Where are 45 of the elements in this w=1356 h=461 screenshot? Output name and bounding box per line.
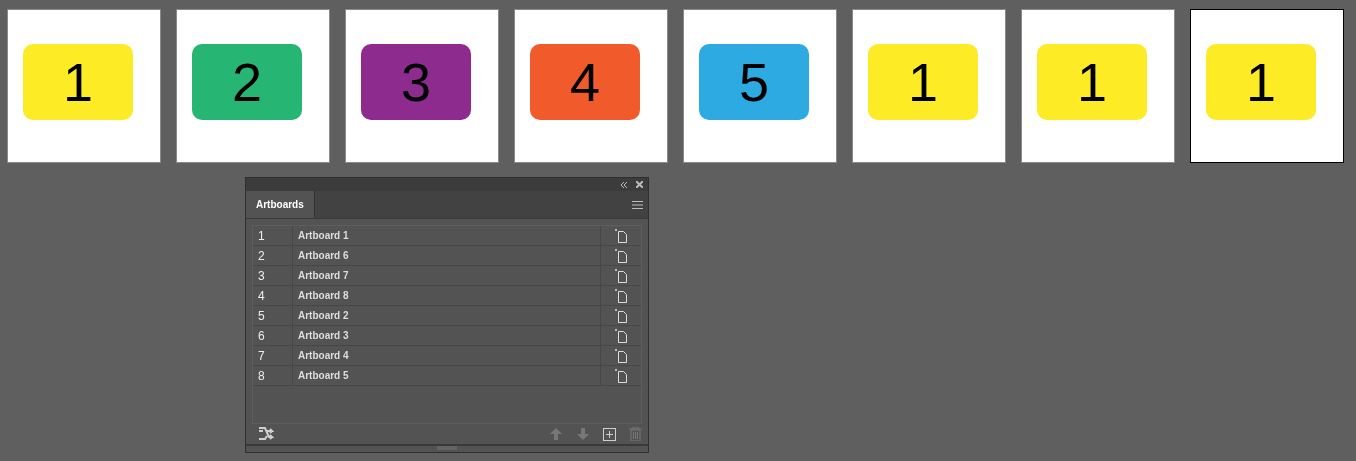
document-icon[interactable] (615, 368, 627, 383)
menu-icon[interactable] (632, 200, 643, 209)
artboard-name[interactable]: Artboard 7 (293, 266, 600, 285)
number-label: 2 (192, 44, 302, 120)
number-label: 1 (1206, 44, 1316, 120)
artboard-name[interactable]: Artboard 4 (293, 346, 600, 365)
number-label: 5 (699, 44, 809, 120)
artboard-name[interactable]: Artboard 6 (293, 246, 600, 265)
artboard[interactable]: 4 (514, 9, 668, 163)
document-icon[interactable] (615, 268, 627, 283)
artboard-number: 3 (253, 266, 293, 285)
artboard[interactable]: 1 (7, 9, 161, 163)
rearrange-icon[interactable] (258, 426, 274, 442)
artboard-name[interactable]: Artboard 8 (293, 286, 600, 305)
artboard[interactable]: 2 (176, 9, 330, 163)
artboard-number: 8 (253, 366, 293, 385)
artboard[interactable]: 5 (683, 9, 837, 163)
artboard-name[interactable]: Artboard 3 (293, 326, 600, 345)
document-icon[interactable] (615, 328, 627, 343)
artboard[interactable]: 1 (852, 9, 1006, 163)
document-icon[interactable] (615, 228, 627, 243)
number-label: 4 (530, 44, 640, 120)
artboard[interactable]: 1 (1190, 9, 1344, 163)
number-label: 1 (1037, 44, 1147, 120)
number-label: 1 (23, 44, 133, 120)
collapse-icon[interactable] (620, 181, 628, 188)
artboard-number: 6 (253, 326, 293, 345)
document-icon[interactable] (615, 288, 627, 303)
artboard-name[interactable]: Artboard 2 (293, 306, 600, 325)
document-icon[interactable] (615, 348, 627, 363)
artboard-number: 2 (253, 246, 293, 265)
add-icon[interactable] (603, 427, 616, 441)
panel-tab[interactable]: Artboards (246, 191, 315, 218)
artboard-number: 5 (253, 306, 293, 325)
document-icon[interactable] (615, 248, 627, 263)
artboard-number: 7 (253, 346, 293, 365)
document-icon[interactable] (615, 308, 627, 323)
artboard[interactable]: 1 (1021, 9, 1175, 163)
artboard-number: 4 (253, 286, 293, 305)
artboard-name[interactable]: Artboard 1 (293, 226, 600, 245)
close-icon[interactable] (636, 181, 643, 188)
number-label: 1 (868, 44, 978, 120)
number-label: 3 (361, 44, 471, 120)
artboard-number: 1 (253, 226, 293, 245)
artboard-name[interactable]: Artboard 5 (293, 366, 600, 385)
